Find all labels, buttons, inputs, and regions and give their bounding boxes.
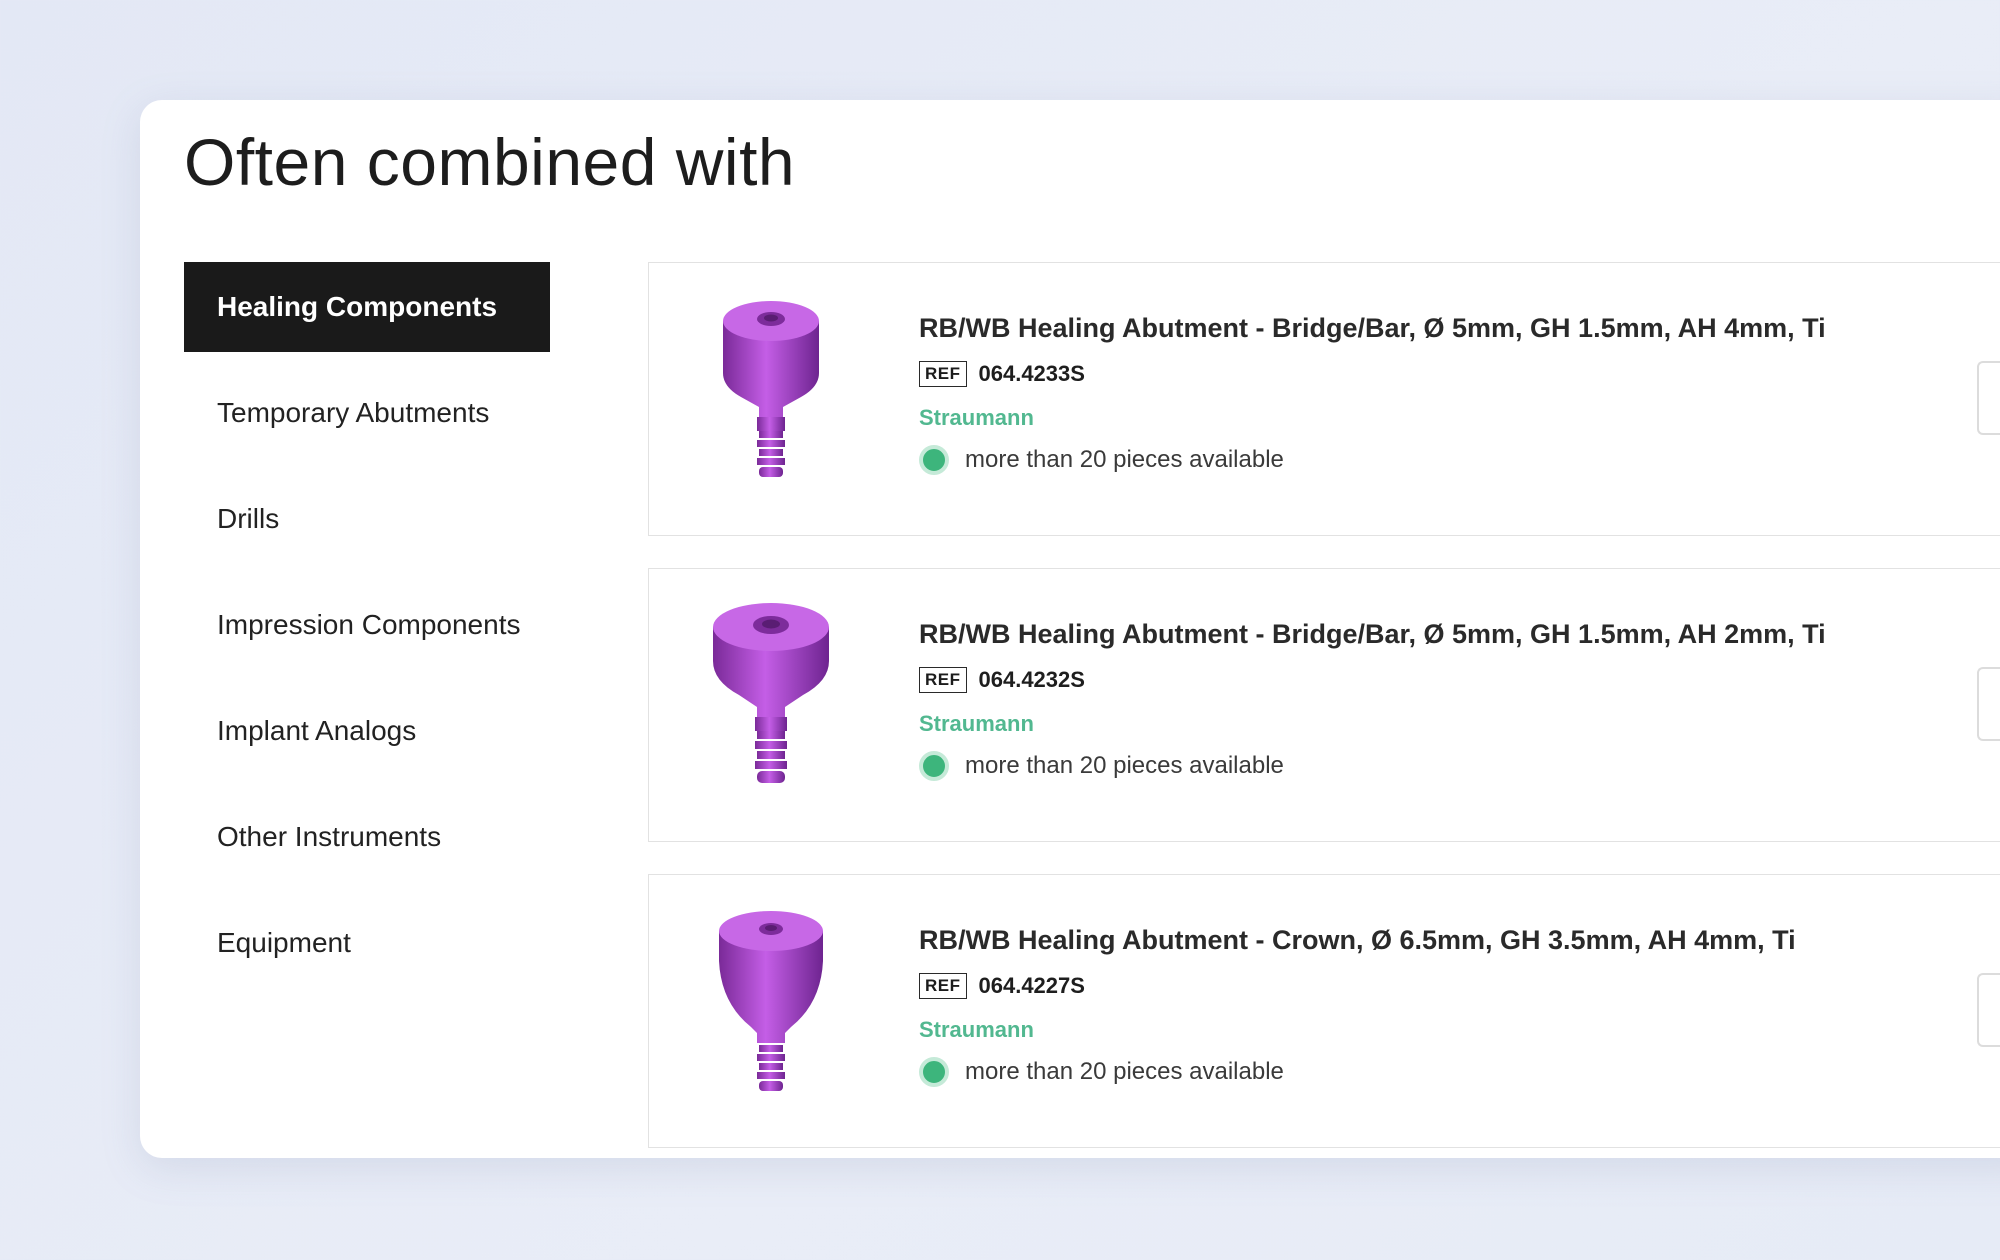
product-name[interactable]: RB/WB Healing Abutment - Bridge/Bar, Ø 5… (919, 619, 1826, 650)
stock-status: more than 20 pieces available (919, 751, 1284, 781)
add-to-cart-button[interactable] (1977, 361, 2000, 435)
ref-row: REF 064.4227S (919, 971, 1085, 1001)
section-title: Often combined with (184, 125, 796, 199)
category-sidebar: Healing Components Temporary Abutments D… (184, 262, 550, 1004)
sidebar-item-equipment[interactable]: Equipment (184, 898, 550, 988)
product-list: RB/WB Healing Abutment - Bridge/Bar, Ø 5… (648, 262, 2000, 1180)
ref-label: REF (919, 667, 967, 693)
stock-status: more than 20 pieces available (919, 445, 1284, 475)
sidebar-item-implant-analogs[interactable]: Implant Analogs (184, 686, 550, 776)
brand-name: Straumann (919, 711, 1034, 736)
ref-row: REF 064.4233S (919, 359, 1085, 389)
often-combined-card: Often combined with Healing Components T… (140, 100, 2000, 1158)
stock-text: more than 20 pieces available (965, 752, 1284, 779)
ref-label: REF (919, 361, 967, 387)
healing-abutment-icon[interactable] (711, 597, 831, 797)
stock-text: more than 20 pieces available (965, 1058, 1284, 1085)
stock-status: more than 20 pieces available (919, 1057, 1284, 1087)
product-card[interactable]: RB/WB Healing Abutment - Crown, Ø 6.5mm,… (648, 874, 2000, 1148)
healing-abutment-icon[interactable] (711, 291, 831, 491)
healing-abutment-icon[interactable] (711, 903, 831, 1103)
availability-dot-icon (919, 445, 949, 475)
product-card[interactable]: RB/WB Healing Abutment - Bridge/Bar, Ø 5… (648, 262, 2000, 536)
ref-label: REF (919, 973, 967, 999)
product-card[interactable]: RB/WB Healing Abutment - Bridge/Bar, Ø 5… (648, 568, 2000, 842)
add-to-cart-button[interactable] (1977, 667, 2000, 741)
ref-number: 064.4233S (978, 361, 1085, 386)
ref-row: REF 064.4232S (919, 665, 1085, 695)
availability-dot-icon (919, 751, 949, 781)
brand-name: Straumann (919, 405, 1034, 430)
stock-text: more than 20 pieces available (965, 446, 1284, 473)
ref-number: 064.4227S (978, 973, 1085, 998)
sidebar-item-other-instruments[interactable]: Other Instruments (184, 792, 550, 882)
availability-dot-icon (919, 1057, 949, 1087)
sidebar-item-drills[interactable]: Drills (184, 474, 550, 564)
product-name[interactable]: RB/WB Healing Abutment - Crown, Ø 6.5mm,… (919, 925, 1796, 956)
product-name[interactable]: RB/WB Healing Abutment - Bridge/Bar, Ø 5… (919, 313, 1826, 344)
brand-name: Straumann (919, 1017, 1034, 1042)
sidebar-item-healing-components[interactable]: Healing Components (184, 262, 550, 352)
ref-number: 064.4232S (978, 667, 1085, 692)
sidebar-item-impression-components[interactable]: Impression Components (184, 580, 550, 670)
sidebar-item-temporary-abutments[interactable]: Temporary Abutments (184, 368, 550, 458)
add-to-cart-button[interactable] (1977, 973, 2000, 1047)
